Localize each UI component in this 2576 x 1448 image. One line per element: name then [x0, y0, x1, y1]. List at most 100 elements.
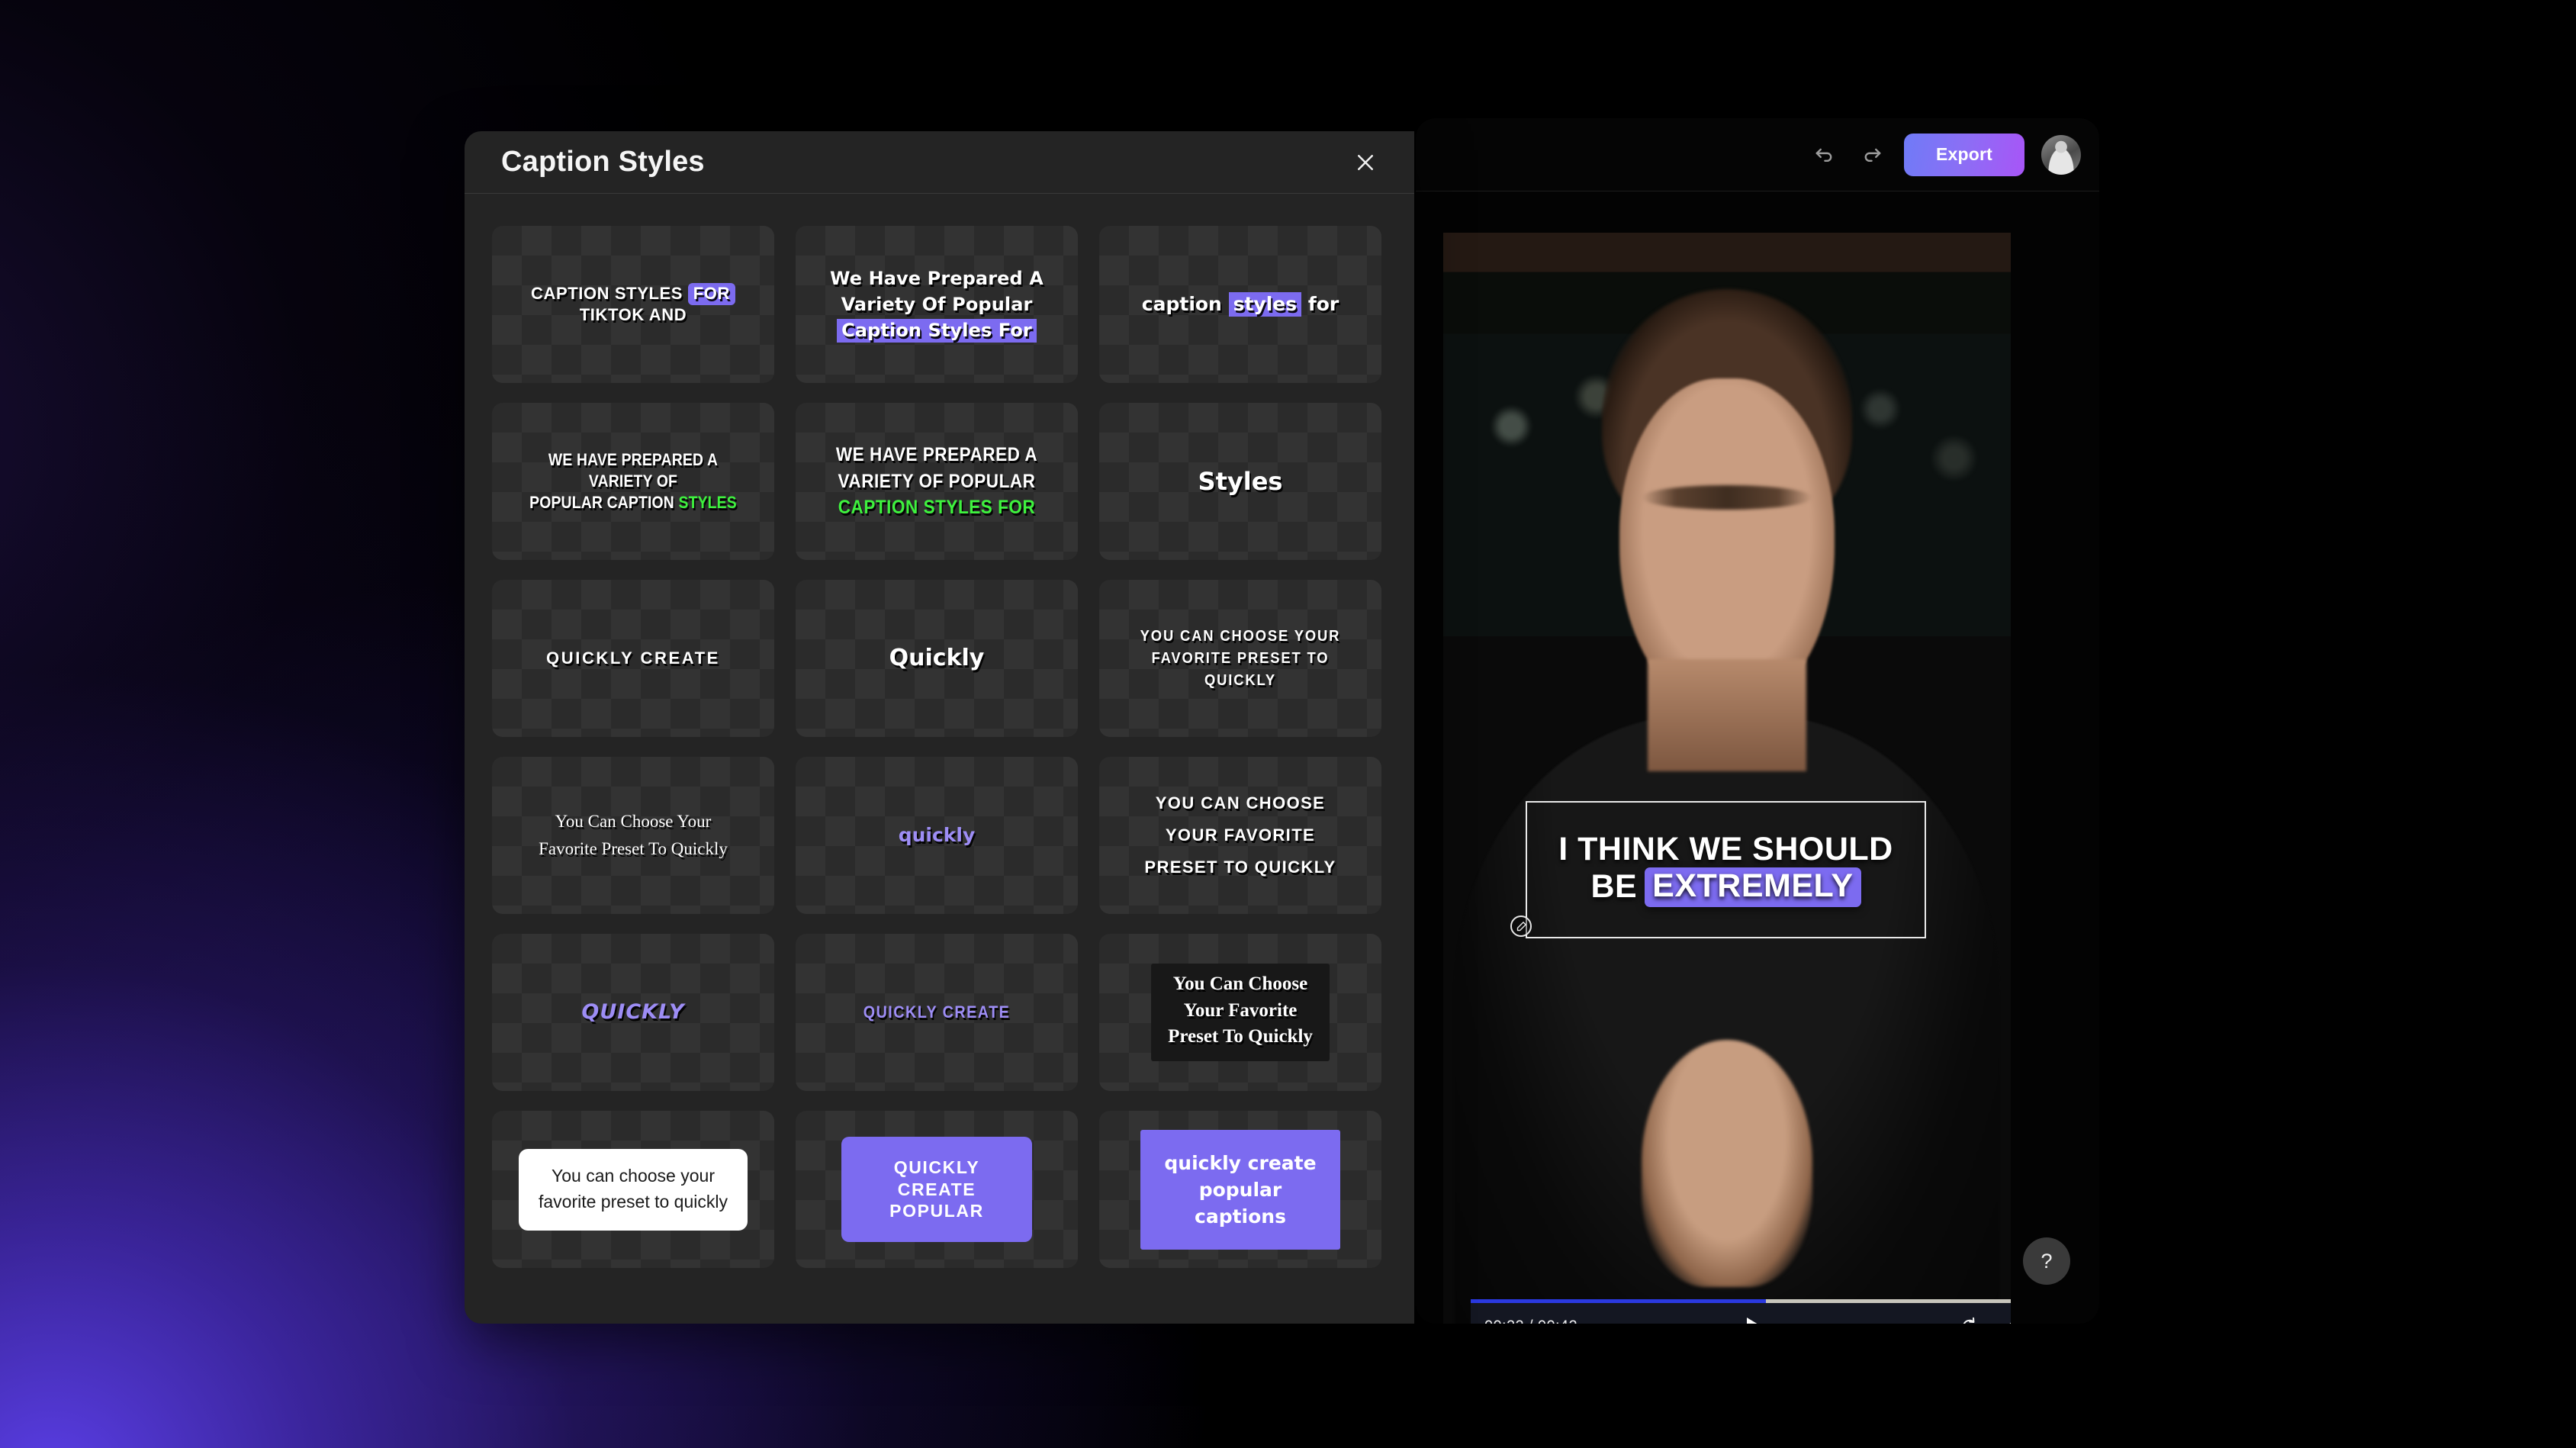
caption-style-text: POPULAR CAPTION — [529, 492, 679, 512]
caption-style-plate: You Can Choose Your Favorite Preset To Qui… — [1151, 964, 1330, 1061]
app-root: Export I THINK WE SHOULD BE EXTREMELY ? … — [0, 0, 2576, 1448]
caption-style-card[interactable]: YOU CAN CHOOSE YOUR FAVORITE PRESET TO QU… — [1099, 580, 1381, 737]
caption-style-line: CAPTION STYLES FOR — [504, 283, 762, 306]
caption-style-plate: You can choose your favorite preset to qu… — [518, 1148, 748, 1231]
caption-style-line: QUICKLY CREATE — [821, 1002, 1053, 1023]
caption-style-line: caption styles for — [1111, 292, 1369, 317]
page-title: Caption Styles — [501, 146, 705, 178]
caption-style-text: Preset To Quickly — [1168, 1026, 1313, 1047]
caption-style-text: TIKTOK AND — [579, 305, 687, 324]
video-caption-overlay[interactable]: I THINK WE SHOULD BE EXTREMELY — [1526, 801, 1926, 938]
caption-style-card[interactable]: QUICKLY CREATE POPULAR — [796, 1111, 1078, 1268]
caption-style-card[interactable]: QUICKLY CREATE — [796, 934, 1078, 1091]
caption-style-card[interactable]: YOU CAN CHOOSE YOUR FAVORITE PRESET TO QUI… — [1099, 757, 1381, 914]
caption-style-text: favorite preset to quickly — [538, 1192, 728, 1211]
loop-icon[interactable] — [1956, 1313, 1983, 1324]
redo-icon[interactable] — [1855, 137, 1890, 172]
video-caption-prefix: BE — [1590, 868, 1638, 905]
caption-style-line: captions — [1159, 1203, 1322, 1230]
caption-style-text: Quickly — [889, 645, 985, 672]
caption-style-plate: quickly create popular captions — [1140, 1129, 1340, 1250]
caption-style-card[interactable]: You Can Choose Your Favorite Preset To Qu… — [492, 757, 774, 914]
editor-window: Export I THINK WE SHOULD BE EXTREMELY — [1416, 118, 2099, 1324]
caption-style-text: QUICKLY CREATE — [863, 1002, 1011, 1022]
caption-style-line: VARIETY OF POPULAR — [821, 468, 1053, 495]
caption-style-text: caption — [1141, 293, 1229, 316]
caption-style-card[interactable]: We Have Prepared A Variety Of Popular Capt… — [796, 226, 1078, 383]
caption-style-line: POPULAR CAPTION STYLES — [519, 492, 746, 513]
caption-style-card[interactable]: CAPTION STYLES FOR TIKTOK AND — [492, 226, 774, 383]
caption-style-line: PRESET TO QUICKLY — [1111, 851, 1369, 883]
caption-style-text: Variety Of Popular — [841, 293, 1033, 315]
caption-style-preview: You can choose your favorite preset to qu… — [492, 1148, 774, 1231]
caption-style-text: You Can Choose — [1172, 973, 1308, 995]
caption-style-line: Quickly — [808, 644, 1066, 673]
caption-style-text: You Can Choose Your — [555, 812, 712, 832]
caption-style-card[interactable]: Styles — [1099, 403, 1381, 560]
caption-style-text: YOUR FAVORITE — [1165, 825, 1316, 845]
caption-style-line: Styles — [1111, 466, 1369, 497]
caption-style-preview: caption styles for — [1099, 292, 1381, 317]
caption-style-line: We Have Prepared A — [808, 265, 1066, 291]
caption-style-card[interactable]: QUICKLY CREATE — [492, 580, 774, 737]
video-caption-highlight-word: EXTREMELY — [1645, 867, 1861, 907]
video-caption-line-1: I THINK WE SHOULD — [1558, 831, 1893, 868]
caption-style-preview: quickly — [796, 823, 1078, 848]
progress-bar-fill — [1471, 1299, 1766, 1303]
caption-style-card[interactable]: WE HAVE PREPARED A VARIETY OF POPULAR CAPT… — [796, 403, 1078, 560]
caption-style-text: CAPTION STYLES FOR — [838, 497, 1036, 519]
caption-style-text: YOU CAN CHOOSE YOUR — [1140, 627, 1341, 645]
caption-style-text: PRESET TO QUICKLY — [1144, 857, 1336, 877]
caption-style-line: You Can Choose — [1168, 971, 1313, 998]
video-preview[interactable]: I THINK WE SHOULD BE EXTREMELY 00:22 / 0… — [1443, 233, 2011, 1324]
caption-style-text: styles — [1228, 292, 1302, 317]
caption-style-line: FAVORITE PRESET TO QUICKLY — [1122, 648, 1359, 692]
close-icon[interactable] — [1346, 143, 1385, 182]
video-subject-brow — [1642, 484, 1812, 510]
caption-style-preview: WE HAVE PREPARED A VARIETY OF POPULAR CAPT… — [810, 442, 1064, 521]
caption-style-card[interactable]: quickly create popular captions — [1099, 1111, 1381, 1268]
caption-style-text: YOU CAN CHOOSE — [1155, 793, 1326, 813]
caption-style-text: WE HAVE PREPARED A VARIETY OF — [548, 450, 719, 491]
caption-style-line: Caption Styles For — [808, 317, 1066, 343]
help-button[interactable]: ? — [2023, 1237, 2070, 1285]
caption-style-card[interactable]: WE HAVE PREPARED A VARIETY OF POPULAR CAP… — [492, 403, 774, 560]
caption-style-preview: QUICKLY CREATE POPULAR — [796, 1136, 1078, 1243]
caption-style-preview: Quickly — [796, 644, 1078, 673]
caption-style-card[interactable]: QUICKLY — [492, 934, 774, 1091]
volume-icon[interactable] — [2000, 1313, 2011, 1324]
caption-style-line: Your Favorite — [1168, 998, 1313, 1025]
caption-style-preview: Styles — [1099, 466, 1381, 497]
avatar[interactable] — [2041, 134, 2081, 175]
caption-style-card[interactable]: You Can Choose Your Favorite Preset To Qui… — [1099, 934, 1381, 1091]
caption-style-text: Your Favorite — [1183, 999, 1298, 1021]
caption-style-line: QUICKLY — [504, 999, 762, 1025]
caption-style-text: Caption Styles For — [837, 319, 1037, 343]
progress-bar[interactable] — [1471, 1299, 2011, 1303]
caption-style-line: YOU CAN CHOOSE YOUR — [1122, 626, 1359, 648]
play-icon[interactable] — [1739, 1311, 1770, 1324]
caption-style-card[interactable]: Quickly — [796, 580, 1078, 737]
caption-styles-grid: CAPTION STYLES FOR TIKTOK AND We Have Prep… — [465, 194, 1414, 1268]
caption-style-card[interactable]: quickly — [796, 757, 1078, 914]
edit-pencil-icon[interactable] — [1510, 915, 1532, 937]
editor-toolbar: Export — [1416, 118, 2099, 191]
caption-style-text: for — [1301, 293, 1339, 316]
caption-style-text: WE HAVE PREPARED A — [835, 444, 1038, 466]
caption-style-preview: QUICKLY CREATE — [810, 1002, 1064, 1023]
caption-style-preview: You Can Choose Your Favorite Preset To Qui… — [1099, 964, 1381, 1061]
undo-icon[interactable] — [1806, 137, 1841, 172]
video-subject-hands — [1642, 1040, 1812, 1287]
video-caption-line-2: BE EXTREMELY — [1590, 867, 1861, 907]
caption-style-card[interactable]: caption styles for — [1099, 226, 1381, 383]
caption-styles-modal: Caption Styles CAPTION STYLES FOR TIKTOK … — [465, 131, 1414, 1324]
caption-style-line: quickly — [808, 823, 1066, 848]
caption-style-line: Favorite Preset To Quickly — [504, 835, 762, 863]
caption-style-text: quickly create popular — [1164, 1151, 1317, 1201]
caption-style-card[interactable]: You can choose your favorite preset to qu… — [492, 1111, 774, 1268]
caption-style-line: TIKTOK AND — [504, 304, 762, 326]
export-button[interactable]: Export — [1903, 133, 2024, 176]
caption-style-text: quickly — [898, 824, 976, 847]
caption-style-text: STYLES — [678, 492, 737, 512]
video-frame — [1443, 233, 2011, 1324]
